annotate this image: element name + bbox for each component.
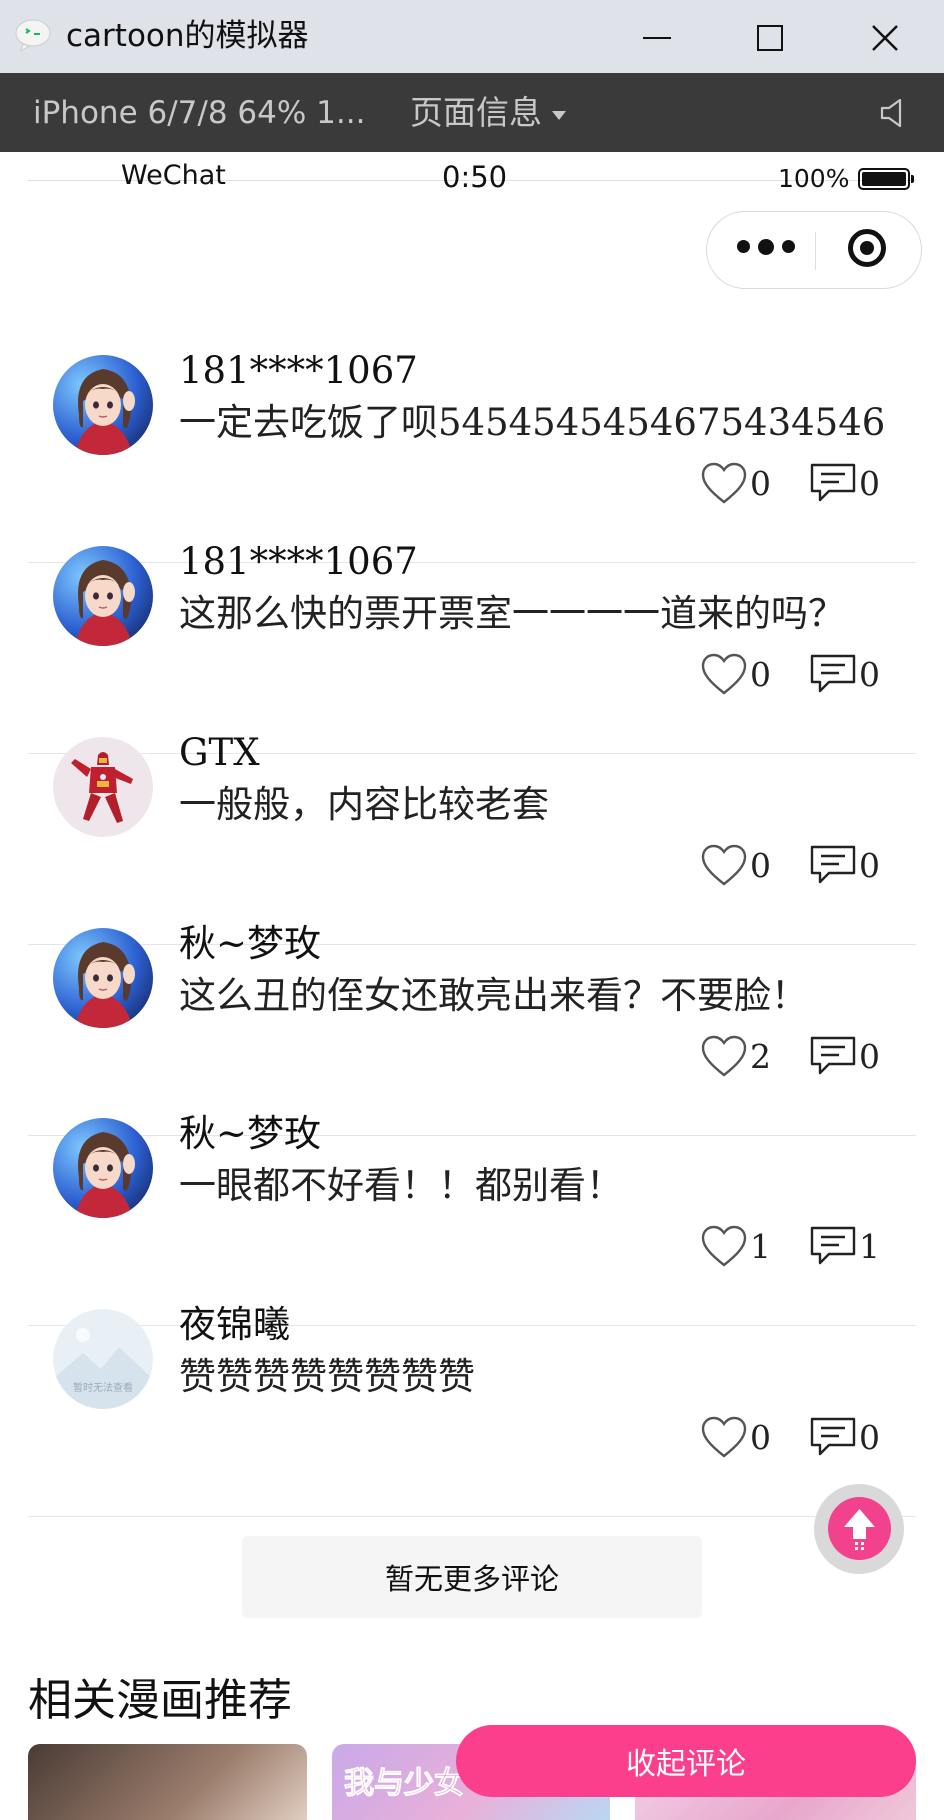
like-button[interactable]: 0 [700, 461, 771, 505]
like-count: 2 [750, 1036, 771, 1076]
reply-count: 0 [859, 1036, 880, 1076]
window-titlebar: cartoon的模拟器 [0, 0, 944, 73]
minimize-button[interactable] [627, 10, 687, 66]
comment-author: 181****1067 [179, 540, 418, 583]
avatar[interactable] [53, 1118, 153, 1218]
avatar[interactable] [53, 355, 153, 455]
avatar-placeholder-text: 暂时无法查看 [73, 1383, 133, 1394]
like-button[interactable]: 0 [700, 1415, 771, 1459]
back-to-top-button[interactable] [814, 1484, 904, 1574]
comment-text: 一般般，内容比较老套 [179, 783, 549, 826]
no-more-comments: 暂无更多评论 [242, 1536, 702, 1618]
comment-icon [810, 1226, 856, 1265]
comment-actions: 00 [662, 1415, 880, 1459]
close-button[interactable] [855, 10, 915, 66]
battery-percent: 100% [778, 164, 850, 193]
reply-count: 1 [859, 1226, 880, 1266]
comment-text: 一眼都不好看！！都别看！ [179, 1164, 623, 1207]
reply-count: 0 [859, 654, 880, 694]
close-icon [872, 25, 898, 51]
miniprogram-capsule [706, 211, 922, 289]
comment-item: 181****1067 一定去吃饭了呗5454545454675434546 0 0 [28, 341, 916, 563]
minimize-icon [643, 37, 671, 39]
avatar[interactable] [53, 546, 153, 646]
comment-item: GTX 一般般，内容比较老套 0 0 [28, 723, 916, 945]
collapse-comments-button[interactable]: 收起评论 [456, 1725, 916, 1797]
reply-button[interactable]: 0 [809, 653, 880, 695]
close-miniprogram-icon[interactable] [848, 229, 886, 267]
comment-item: 181****1067 这那么快的票开票室一一一一道来的吗？ 0 0 [28, 532, 916, 754]
like-count: 0 [750, 845, 771, 885]
like-count: 0 [750, 1417, 771, 1457]
comment-text: 一定去吃饭了呗5454545454675434546 [179, 401, 886, 444]
like-count: 1 [750, 1226, 771, 1266]
battery-icon [858, 168, 914, 190]
arrow-up-icon [844, 1509, 875, 1550]
comment-author: 秋~梦玫 [179, 1112, 322, 1155]
heart-icon [701, 462, 747, 504]
status-bar: WeChat 0:50 100% [0, 152, 944, 198]
simulator-toolbar: iPhone 6/7/8 64% 1... 页面信息 [0, 73, 944, 152]
heart-icon [701, 844, 747, 886]
heart-icon [701, 1225, 747, 1267]
comment-actions: 20 [662, 1034, 880, 1078]
comment-actions: 00 [662, 652, 880, 696]
heart-icon [701, 1416, 747, 1458]
comment-icon [810, 845, 856, 884]
like-count: 0 [750, 463, 771, 503]
reply-button[interactable]: 0 [809, 1035, 880, 1077]
maximize-button[interactable] [740, 10, 800, 66]
like-button[interactable]: 0 [700, 652, 771, 696]
carrier-label: WeChat [121, 160, 226, 191]
comment-text: 这那么快的票开票室一一一一道来的吗？ [179, 592, 845, 635]
comment-icon [810, 1036, 856, 1075]
comment-author: 秋~梦玫 [179, 922, 322, 965]
reply-count: 0 [859, 1417, 880, 1457]
more-menu-icon[interactable] [737, 238, 795, 255]
avatar[interactable] [53, 737, 153, 837]
heart-icon [701, 653, 747, 695]
caret-down-icon[interactable] [552, 111, 566, 120]
comment-text: 这么丑的侄女还敢亮出来看？不要脸！ [179, 974, 808, 1017]
like-count: 0 [750, 654, 771, 694]
comment-author: 夜锦曦 [179, 1303, 290, 1346]
maximize-icon [757, 25, 783, 51]
comment-icon [810, 654, 856, 693]
window-title: cartoon的模拟器 [66, 18, 309, 54]
comment-item: 秋~梦玫 一眼都不好看！！都别看！ 1 1 [28, 1104, 916, 1326]
related-comic-card[interactable] [28, 1744, 307, 1820]
heart-icon [701, 1035, 747, 1077]
avatar[interactable]: 暂时无法查看 [53, 1309, 153, 1409]
like-button[interactable]: 1 [700, 1224, 771, 1268]
like-button[interactable]: 2 [700, 1034, 771, 1078]
page-info-menu[interactable]: 页面信息 [410, 93, 542, 133]
comment-actions: 11 [662, 1224, 880, 1268]
reply-button[interactable]: 1 [809, 1225, 880, 1267]
like-button[interactable]: 0 [700, 843, 771, 887]
device-selector[interactable]: iPhone 6/7/8 64% 1... [33, 93, 365, 133]
comment-item: 暂时无法查看 夜锦曦 赞赞赞赞赞赞赞赞 0 0 [28, 1295, 916, 1517]
comment-author: GTX [179, 731, 260, 774]
comment-text: 赞赞赞赞赞赞赞赞 [179, 1355, 475, 1398]
reply-count: 0 [859, 845, 880, 885]
reply-button[interactable]: 0 [809, 1416, 880, 1458]
comment-item: 秋~梦玫 这么丑的侄女还敢亮出来看？不要脸！ 2 0 [28, 914, 916, 1136]
speaker-icon[interactable] [878, 97, 908, 129]
reply-button[interactable]: 0 [809, 462, 880, 504]
comment-actions: 00 [662, 461, 880, 505]
phone-screen: WeChat 0:50 100% 181****1067 一定去吃饭了呗54545… [0, 152, 944, 1820]
comment-author: 181****1067 [179, 349, 418, 392]
reply-button[interactable]: 0 [809, 844, 880, 886]
comment-actions: 00 [662, 843, 880, 887]
comment-icon [810, 1417, 856, 1456]
app-logo-icon [15, 19, 51, 52]
comment-icon [810, 463, 856, 502]
avatar[interactable] [53, 928, 153, 1028]
related-comic-cover-text: 我与少女 [344, 1766, 465, 1802]
clock: 0:50 [442, 160, 508, 194]
related-comics-title: 相关漫画推荐 [28, 1675, 292, 1726]
reply-count: 0 [859, 463, 880, 503]
